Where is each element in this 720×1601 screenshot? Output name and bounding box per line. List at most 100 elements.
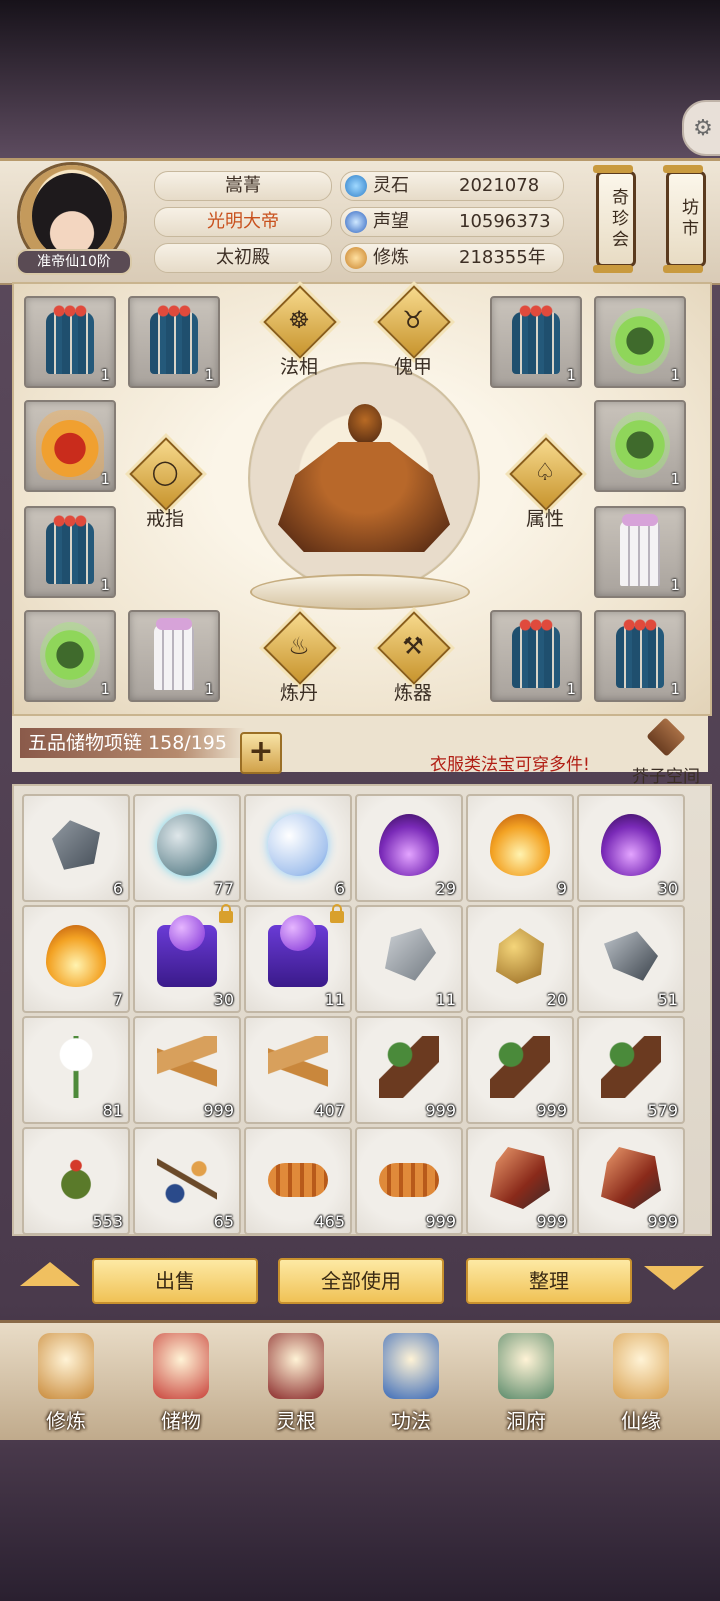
flame-purple-icon [379, 814, 439, 876]
inventory-slot[interactable]: 20 [466, 905, 574, 1013]
item-count: 29 [435, 879, 456, 898]
cauldron-icon: ♨ [288, 632, 310, 660]
inventory-slot[interactable]: 465 [244, 1127, 352, 1235]
equip-slot[interactable]: 1 [594, 400, 686, 492]
inventory-slot[interactable]: 999 [577, 1127, 685, 1235]
nav-item-3[interactable]: 功法 [361, 1329, 461, 1439]
equip-slot[interactable]: 1 [24, 506, 116, 598]
equip-slot[interactable]: 1 [490, 610, 582, 702]
inventory-slot[interactable]: 9 [466, 794, 574, 902]
dharma-button[interactable]: ☸ 法相 [262, 285, 337, 386]
scroll-up-arrow[interactable] [20, 1262, 80, 1286]
equip-slot[interactable]: 1 [594, 506, 686, 598]
inventory-slot[interactable]: 81 [22, 1016, 130, 1124]
sort-button[interactable]: 整理 [466, 1258, 632, 1304]
ring-button[interactable]: ◯ 戒指 [128, 437, 203, 538]
inventory-slot[interactable]: 999 [133, 1016, 241, 1124]
equip-slot[interactable]: 1 [594, 610, 686, 702]
nav-item-2[interactable]: 灵根 [246, 1329, 346, 1439]
meditation-icon [345, 247, 367, 269]
market-button[interactable]: 坊市 [663, 165, 706, 273]
player-name: 嵩菁 [154, 171, 332, 201]
avatar-portrait [32, 173, 112, 259]
stat-value: 2021078 [459, 175, 540, 196]
nav-item-4[interactable]: 洞府 [476, 1329, 576, 1439]
inventory-slot[interactable]: 11 [244, 904, 352, 1013]
blue-robe-icon [150, 304, 198, 374]
button-label: 戒指 [145, 508, 184, 530]
inventory-slot[interactable]: 77 [133, 794, 241, 902]
inventory-slot[interactable]: 30 [133, 904, 241, 1013]
item-count: 1 [566, 366, 576, 384]
attributes-button[interactable]: ♤ 属性 [508, 437, 583, 538]
nav-item-1[interactable]: 储物 [131, 1329, 231, 1439]
inventory-slot[interactable]: 407 [244, 1016, 352, 1124]
item-count: 7 [112, 990, 123, 1009]
storage-bag-icon [153, 1333, 209, 1399]
flower-icon [46, 1036, 106, 1098]
inventory-slot[interactable]: 999 [355, 1127, 463, 1235]
box-icon [157, 915, 217, 987]
stat-label: 修炼 [373, 247, 409, 268]
inventory-slot[interactable]: 51 [577, 905, 685, 1013]
alchemy-button[interactable]: ♨ 炼丹 [262, 611, 337, 712]
inventory-slot[interactable]: 30 [577, 794, 685, 902]
button-label: 炼器 [393, 682, 432, 704]
item-count: 20 [546, 990, 567, 1009]
item-count: 579 [647, 1101, 678, 1120]
blue-robe-icon [46, 514, 94, 584]
player-title[interactable]: 光明大帝 [154, 207, 332, 237]
ore-gold-icon [496, 928, 544, 984]
equip-slot[interactable]: 1 [128, 296, 220, 388]
expand-bag-button[interactable]: + [240, 732, 282, 774]
worm-icon [379, 1163, 439, 1197]
anvil-icon: ⚒ [402, 632, 424, 660]
mustard-space-button[interactable]: 芥子空间 [628, 717, 704, 790]
pedestal [250, 574, 470, 610]
inventory-slot[interactable]: 6 [244, 794, 352, 902]
equip-slot[interactable]: 1 [128, 610, 220, 702]
item-count: 30 [213, 990, 234, 1009]
equip-slot[interactable]: 1 [24, 610, 116, 702]
inventory-slot[interactable]: 7 [22, 905, 130, 1013]
equip-slot[interactable]: 1 [594, 296, 686, 388]
button-label: 炼丹 [279, 682, 318, 704]
item-count: 1 [670, 366, 680, 384]
immortal-fate-icon [613, 1333, 669, 1399]
sell-button[interactable]: 出售 [92, 1258, 258, 1304]
nav-item-0[interactable]: 修炼 [16, 1329, 116, 1439]
inventory-slot[interactable]: 553 [22, 1127, 130, 1235]
nav-label: 洞府 [506, 1409, 546, 1433]
inventory-slot[interactable]: 999 [466, 1127, 574, 1235]
item-count: 1 [100, 576, 110, 594]
weed-icon [46, 1147, 106, 1209]
inventory-slot[interactable]: 29 [355, 794, 463, 902]
inventory-slot[interactable]: 999 [355, 1016, 463, 1124]
meditation-icon: ☸ [288, 306, 310, 334]
nav-label: 储物 [161, 1409, 201, 1433]
inventory-slot[interactable]: 579 [577, 1016, 685, 1124]
ore-dark-icon [604, 931, 658, 981]
equip-slot[interactable]: 1 [24, 296, 116, 388]
nav-item-5[interactable]: 仙缘 [591, 1329, 691, 1439]
item-count: 407 [314, 1101, 345, 1120]
item-count: 999 [203, 1101, 234, 1120]
bottom-background [0, 1440, 720, 1601]
equip-slot[interactable]: 1 [24, 400, 116, 492]
inventory-slot[interactable]: 6 [22, 794, 130, 902]
inventory-slot[interactable]: 11 [355, 905, 463, 1013]
equip-slot[interactable]: 1 [490, 296, 582, 388]
inventory-slot[interactable]: 999 [466, 1016, 574, 1124]
treasure-hall-button[interactable]: 奇珍会 [593, 165, 636, 273]
floating-menu-button[interactable]: ⚙ [682, 100, 720, 156]
button-label: 法相 [279, 356, 318, 378]
inventory-slot[interactable]: 65 [133, 1127, 241, 1235]
item-count: 9 [556, 879, 567, 898]
forging-button[interactable]: ⚒ 炼器 [376, 611, 451, 712]
puppet-button[interactable]: ♉ 傀甲 [376, 285, 451, 386]
scroll-down-arrow[interactable] [644, 1266, 704, 1290]
player-sect[interactable]: 太初殿 [154, 243, 332, 273]
herb-icon [379, 1036, 439, 1098]
crystal-icon [490, 1147, 550, 1209]
use-all-button[interactable]: 全部使用 [278, 1258, 444, 1304]
